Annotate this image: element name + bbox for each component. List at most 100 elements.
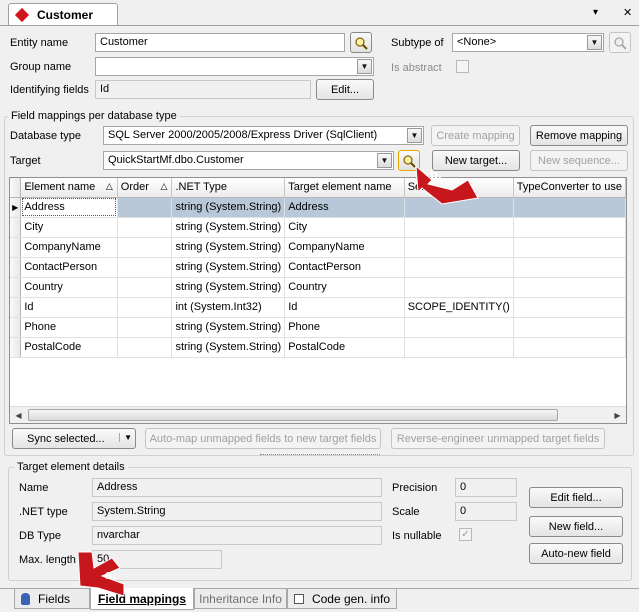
table-row[interactable]: Phone string (System.String) Phone xyxy=(10,317,626,338)
automap-button[interactable]: Auto-map unmapped fields to new target f… xyxy=(145,428,381,449)
table-cell-order[interactable] xyxy=(117,297,173,318)
table-cell-name[interactable]: Id xyxy=(20,297,118,318)
scrollbar-thumb[interactable] xyxy=(28,409,558,421)
target-dropdown[interactable]: QuickStartMf.dbo.Customer ▼ xyxy=(103,151,394,170)
auto-new-field-button[interactable]: Auto-new field xyxy=(529,543,623,564)
table-cell-order[interactable] xyxy=(117,217,173,238)
field-mappings-grid[interactable]: Element name △ Order △ .NET Type Target el… xyxy=(9,177,627,424)
table-cell-order[interactable] xyxy=(117,257,173,278)
table-cell-name[interactable]: Address xyxy=(20,197,118,218)
table-row[interactable]: PostalCode string (System.String) PostalCo… xyxy=(10,337,626,358)
close-icon[interactable]: ✕ xyxy=(623,6,632,20)
column-header-type-converter[interactable]: TypeConverter to use xyxy=(513,178,626,198)
table-cell-name[interactable]: Country xyxy=(20,277,118,298)
scroll-right-icon[interactable]: ▶ xyxy=(609,407,626,423)
table-cell-name[interactable]: City xyxy=(20,217,118,238)
table-row[interactable]: ContactPerson string (System.String) Conta… xyxy=(10,257,626,278)
table-cell-order[interactable] xyxy=(117,277,173,298)
subtype-dropdown[interactable]: <None> ▼ xyxy=(452,33,604,52)
table-cell-order[interactable] xyxy=(117,197,173,218)
column-header-element-name[interactable]: Element name △ xyxy=(20,178,118,198)
table-row[interactable]: Id int (System.Int32) Id SCOPE_IDENTITY() xyxy=(10,297,626,318)
table-cell-type[interactable]: string (System.String) xyxy=(171,197,286,218)
group-name-dropdown[interactable]: ▼ xyxy=(95,57,374,76)
reverse-engineer-button[interactable]: Reverse-engineer unmapped target fields xyxy=(391,428,605,449)
edit-field-button[interactable]: Edit field... xyxy=(529,487,623,508)
table-cell-target[interactable]: Country xyxy=(284,277,405,298)
table-cell-seq[interactable]: SCOPE_IDENTITY() xyxy=(404,297,514,318)
table-cell-type[interactable]: string (System.String) xyxy=(171,317,286,338)
table-cell-order[interactable] xyxy=(117,337,173,358)
table-cell-conv[interactable] xyxy=(513,317,626,338)
table-cell-type[interactable]: string (System.String) xyxy=(171,217,286,238)
pin-icon[interactable]: ▾ xyxy=(593,6,598,20)
table-row[interactable]: Country string (System.String) Country xyxy=(10,277,626,298)
row-header[interactable] xyxy=(10,277,22,298)
row-header[interactable] xyxy=(10,297,22,318)
scroll-left-icon[interactable]: ◀ xyxy=(10,407,27,423)
chevron-down-icon[interactable]: ▼ xyxy=(407,128,422,143)
table-cell-type[interactable]: int (System.Int32) xyxy=(171,297,286,318)
table-cell-conv[interactable] xyxy=(513,337,626,358)
column-header-order[interactable]: Order △ xyxy=(117,178,173,198)
table-cell-type[interactable]: string (System.String) xyxy=(171,257,286,278)
table-cell-target[interactable]: PostalCode xyxy=(284,337,405,358)
is-abstract-checkbox[interactable] xyxy=(456,60,469,73)
tab-customer[interactable]: Customer xyxy=(8,3,118,25)
subtype-goto-button[interactable] xyxy=(609,32,631,53)
new-field-button[interactable]: New field... xyxy=(529,516,623,537)
table-cell-name[interactable]: CompanyName xyxy=(20,237,118,258)
table-row[interactable]: ▶ Address string (System.String) Address xyxy=(10,197,626,218)
entity-name-browse-button[interactable] xyxy=(350,32,372,53)
table-cell-target[interactable]: Id xyxy=(284,297,405,318)
table-cell-conv[interactable] xyxy=(513,297,626,318)
table-cell-seq[interactable] xyxy=(404,237,514,258)
table-cell-target[interactable]: Address xyxy=(284,197,405,218)
table-cell-name[interactable]: Phone xyxy=(20,317,118,338)
table-cell-target[interactable]: Phone xyxy=(284,317,405,338)
table-cell-conv[interactable] xyxy=(513,237,626,258)
edit-identifying-fields-button[interactable]: Edit... xyxy=(316,79,374,100)
table-cell-conv[interactable] xyxy=(513,217,626,238)
table-cell-type[interactable]: string (System.String) xyxy=(171,237,286,258)
row-header[interactable] xyxy=(10,257,22,278)
table-cell-conv[interactable] xyxy=(513,277,626,298)
chevron-down-icon[interactable]: ▼ xyxy=(119,433,132,442)
table-cell-seq[interactable] xyxy=(404,217,514,238)
entity-name-input[interactable]: Customer xyxy=(95,33,345,52)
column-header-net-type[interactable]: .NET Type xyxy=(171,178,286,198)
sync-selected-button[interactable]: Sync selected... ▼ xyxy=(12,428,136,449)
table-cell-seq[interactable] xyxy=(404,257,514,278)
table-cell-order[interactable] xyxy=(117,237,173,258)
row-header[interactable] xyxy=(10,337,22,358)
column-header-target-element-name[interactable]: Target element name xyxy=(284,178,405,198)
table-cell-name[interactable]: ContactPerson xyxy=(20,257,118,278)
table-cell-seq[interactable] xyxy=(404,317,514,338)
table-cell-type[interactable]: string (System.String) xyxy=(171,277,286,298)
table-cell-seq[interactable] xyxy=(404,337,514,358)
horizontal-scrollbar[interactable]: ◀ ▶ xyxy=(10,406,626,423)
tab-code-gen-info[interactable]: Code gen. info xyxy=(287,589,397,609)
table-cell-target[interactable]: ContactPerson xyxy=(284,257,405,278)
row-header[interactable] xyxy=(10,217,22,238)
row-header[interactable]: ▶ xyxy=(10,197,22,218)
chevron-down-icon[interactable]: ▼ xyxy=(377,153,392,168)
splitter-handle[interactable] xyxy=(260,454,380,459)
table-cell-conv[interactable] xyxy=(513,257,626,278)
table-cell-seq[interactable] xyxy=(404,277,514,298)
table-row[interactable]: City string (System.String) City xyxy=(10,217,626,238)
table-cell-type[interactable]: string (System.String) xyxy=(171,337,286,358)
chevron-down-icon[interactable]: ▼ xyxy=(587,35,602,50)
row-header[interactable] xyxy=(10,317,22,338)
table-cell-target[interactable]: CompanyName xyxy=(284,237,405,258)
table-row[interactable]: CompanyName string (System.String) Company… xyxy=(10,237,626,258)
table-cell-conv[interactable] xyxy=(513,197,626,218)
tab-inheritance-info[interactable]: Inheritance Info xyxy=(194,589,287,609)
chevron-down-icon[interactable]: ▼ xyxy=(357,59,372,74)
table-cell-target[interactable]: City xyxy=(284,217,405,238)
row-header[interactable] xyxy=(10,237,22,258)
is-nullable-checkbox[interactable]: ✓ xyxy=(459,528,472,541)
table-cell-order[interactable] xyxy=(117,317,173,338)
new-sequence-button[interactable]: New sequence... xyxy=(530,150,628,171)
create-mapping-button[interactable]: Create mapping xyxy=(431,125,520,146)
